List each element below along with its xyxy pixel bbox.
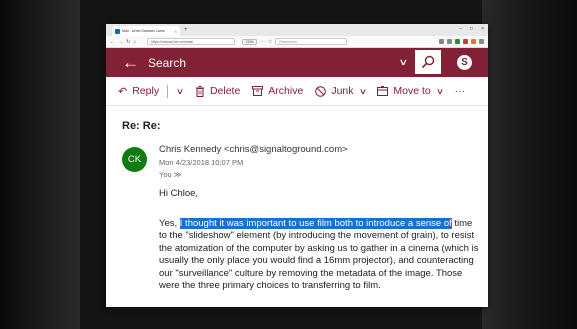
sidebar-icon[interactable] — [447, 39, 452, 44]
message-body[interactable]: Hi Chloe, Yes, I thought it was importan… — [159, 188, 479, 293]
minimize-button[interactable]: – — [459, 26, 462, 32]
chevron-down-icon: ∨ — [435, 86, 444, 96]
extension-icons — [439, 39, 484, 44]
selected-text: I thought it was important to use film b… — [179, 217, 452, 229]
archive-label: Archive — [268, 85, 304, 97]
reload-icon[interactable]: ↻ — [126, 39, 130, 45]
reply-button[interactable]: ↶ Reply — [118, 85, 159, 98]
url-text: https://outlook.live.com/mail — [151, 39, 193, 44]
library-icon[interactable] — [439, 39, 444, 44]
zoom-level[interactable]: 133% — [242, 38, 257, 45]
close-window-button[interactable]: × — [481, 26, 484, 32]
message-subject: Re: Re: — [122, 120, 161, 132]
tab-bar: Mail - Urbel Sanbam Lame × + – □ × — [106, 24, 488, 36]
right-dark-margin — [482, 0, 577, 329]
more-actions-button[interactable]: ··· — [455, 85, 466, 97]
browser-tab[interactable]: Mail - Urbel Sanbam Lame × — [112, 26, 180, 36]
reply-options-dropdown[interactable]: ∨ — [175, 86, 185, 96]
avatar[interactable]: CK — [122, 147, 147, 172]
divider — [106, 105, 488, 106]
reply-icon: ↶ — [118, 85, 128, 98]
browser-search-input[interactable]: Rechercher — [275, 38, 348, 45]
tab-close-icon[interactable]: × — [175, 29, 177, 34]
skype-icon[interactable]: S — [457, 55, 472, 70]
left-dark-margin — [0, 0, 80, 329]
trash-icon — [195, 85, 204, 97]
browser-navbar: ← → ↻ ⌂ https://outlook.live.com/mail 13… — [106, 36, 488, 48]
sender-name[interactable]: Chris Kennedy <chris@signaltoground.com> — [159, 144, 348, 155]
message-date: Mon 4/23/2018 10:07 PM — [159, 158, 244, 167]
move-to-button[interactable]: Move to ∨ — [377, 85, 444, 97]
body-paragraph: Yes, I thought it was important to use f… — [159, 217, 479, 293]
delete-button[interactable]: Delete — [195, 85, 240, 97]
browser-window: Mail - Urbel Sanbam Lame × + – □ × ← → ↻… — [106, 24, 488, 307]
junk-label: Junk — [331, 85, 354, 97]
chevron-down-icon: ∨ — [175, 86, 185, 96]
command-bar: ↶ Reply ∨ Delete Archive Junk ∨ Move to … — [106, 77, 488, 105]
menu-icon[interactable] — [479, 39, 484, 44]
more-icon: ··· — [454, 85, 466, 97]
outlook-header: ← Search ∨ S — [106, 48, 488, 77]
chevron-down-icon: ∨ — [358, 86, 367, 96]
page-actions-icon[interactable]: ··· — [260, 39, 265, 45]
search-icon — [421, 55, 435, 69]
greeting-line: Hi Chloe, — [159, 188, 199, 199]
delete-label: Delete — [209, 85, 241, 97]
move-to-label: Move to — [393, 85, 431, 97]
outlook-favicon-icon — [115, 28, 120, 34]
tab-title: Mail - Urbel Sanbam Lame — [122, 29, 165, 33]
archive-icon — [252, 86, 264, 96]
junk-button[interactable]: Junk ∨ — [315, 85, 367, 97]
divider — [167, 84, 169, 98]
recipient-label: You — [159, 170, 172, 179]
address-bar[interactable]: https://outlook.live.com/mail — [147, 38, 236, 45]
home-icon[interactable]: ⌂ — [133, 39, 136, 45]
maximize-button[interactable]: □ — [470, 26, 473, 32]
reply-label: Reply — [132, 85, 160, 97]
bookmark-star-icon[interactable]: ☆ — [268, 39, 272, 45]
extension-red-icon[interactable] — [463, 39, 468, 44]
move-folder-icon — [377, 86, 389, 96]
recipient-line[interactable]: You ≫ — [159, 170, 182, 179]
back-arrow-icon[interactable]: ← — [122, 54, 139, 71]
back-arrow-icon[interactable]: ← — [110, 39, 115, 45]
search-box-label[interactable]: Search — [148, 56, 186, 70]
forward-arrow-icon[interactable]: → — [118, 39, 123, 45]
block-icon — [315, 85, 327, 97]
body-prefix: Yes, — [159, 217, 180, 229]
search-scope-chevron-icon[interactable]: ∨ — [398, 57, 408, 68]
extension-orange-icon[interactable] — [471, 39, 476, 44]
browser-search-placeholder: Rechercher — [279, 39, 297, 44]
expand-recipients-icon[interactable]: ≫ — [174, 170, 182, 179]
archive-button[interactable]: Archive — [252, 85, 303, 97]
search-button[interactable] — [415, 50, 441, 74]
new-tab-button[interactable]: + — [184, 27, 188, 33]
extension-green-icon[interactable] — [455, 39, 460, 44]
window-controls: – □ × — [459, 26, 484, 32]
